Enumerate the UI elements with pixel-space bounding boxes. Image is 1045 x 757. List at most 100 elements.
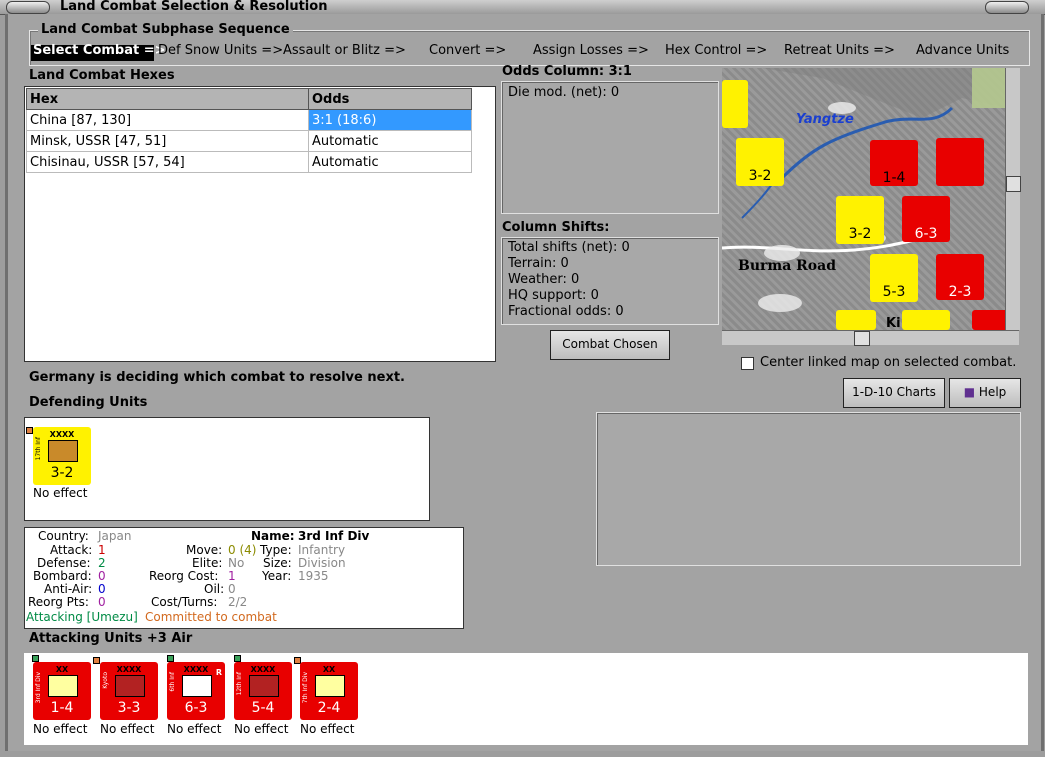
oil-label: Oil:	[204, 582, 225, 596]
hex-cell[interactable]: Chisinau, USSR [57, 54]	[26, 151, 309, 173]
window-title: Land Combat Selection & Resolution	[60, 0, 328, 14]
unit-status-marker	[167, 655, 174, 662]
year-label: Year:	[262, 569, 292, 583]
map-label-yangtze: Yangtze	[796, 112, 854, 127]
column-shifts-title: Column Shifts:	[502, 220, 610, 235]
anti-air-value: 0	[98, 582, 106, 596]
phase-hex-control: Hex Control =>	[665, 43, 768, 58]
map-counter[interactable]: 3-2	[836, 196, 884, 244]
attacking-unit-result: No effect	[234, 722, 289, 736]
attacking-unit-counter[interactable]: XXXX R 6th Inf 6-3	[167, 662, 225, 720]
defense-value: 2	[98, 556, 106, 570]
committed-status-text: Committed to combat	[145, 610, 277, 624]
center-linked-map-checkbox[interactable]	[741, 357, 754, 370]
attack-value: 1	[98, 543, 106, 557]
phase-retreat-units: Retreat Units =>	[784, 43, 895, 58]
table-row[interactable]: China [87, 130] 3:1 (18:6)	[26, 109, 472, 131]
map-counter[interactable]: 3-2	[736, 138, 784, 186]
defending-units-title: Defending Units	[29, 395, 148, 410]
move-label: Move:	[186, 543, 223, 557]
reorg-pts-label: Reorg Pts:	[28, 595, 89, 609]
window-menu-button[interactable]	[6, 1, 50, 14]
unit-status-marker	[26, 427, 33, 434]
unit-status-marker	[93, 657, 100, 664]
phase-select-combat: Select Combat =>	[33, 43, 166, 58]
hex-cell[interactable]: China [87, 130]	[26, 109, 309, 131]
table-row[interactable]: Chisinau, USSR [57, 54] Automatic	[26, 151, 472, 173]
road-burma	[722, 236, 923, 253]
total-shifts-text: Total shifts (net): 0	[508, 240, 630, 255]
map-counter[interactable]: 6-3	[902, 196, 950, 242]
attacking-unit-counter[interactable]: XX 3rd Inf Div 1-4	[33, 662, 91, 720]
bombard-value: 0	[98, 569, 106, 583]
fractional-odds-text: Fractional odds: 0	[508, 304, 624, 319]
hq-support-shift-text: HQ support: 0	[508, 288, 599, 303]
unit-status-marker	[234, 655, 241, 662]
attacking-unit-result: No effect	[300, 722, 355, 736]
attack-label: Attack:	[50, 543, 93, 557]
move-value: 0 (4)	[228, 543, 257, 557]
elite-label: Elite:	[192, 556, 223, 570]
infantry-symbol-icon	[315, 675, 345, 697]
die-mod-text: Die mod. (net): 0	[508, 85, 620, 100]
name-label: Name:	[251, 529, 295, 543]
mountain-infantry-symbol-icon	[115, 675, 145, 697]
attacking-unit-counter[interactable]: XXXX 12th Inf 5-4	[234, 662, 292, 720]
size-label: Size:	[263, 556, 292, 570]
odds-cell[interactable]: 3:1 (18:6)	[308, 109, 472, 131]
map-vertical-scrollbar[interactable]	[1005, 68, 1021, 330]
column-header-hex[interactable]: Hex	[26, 88, 309, 110]
odds-column-panel: Die mod. (net): 0	[501, 81, 719, 214]
cost-turns-value: 2/2	[228, 595, 248, 609]
linked-map[interactable]: Yangtze Burma Road Ki 3-2 1-4 3-2 6-3 5-…	[722, 68, 1008, 330]
combat-chosen-button[interactable]: Combat Chosen	[550, 330, 670, 360]
window-close-button[interactable]	[985, 1, 1029, 14]
map-horizontal-scroll-thumb[interactable]	[854, 331, 870, 346]
map-counter[interactable]: 2-3	[936, 254, 984, 300]
defending-unit-result: No effect	[33, 486, 88, 500]
phase-assign-losses: Assign Losses =>	[533, 43, 649, 58]
odds-cell[interactable]: Automatic	[308, 151, 472, 173]
defending-unit-counter[interactable]: XXXX 17th Inf 3-2	[33, 427, 91, 485]
map-counter[interactable]	[972, 310, 1008, 330]
map-counter[interactable]	[836, 310, 876, 330]
charts-button[interactable]: 1-D-10 Charts	[843, 378, 945, 408]
attacking-unit-counter[interactable]: XXXX Kyoto 3-3	[100, 662, 158, 720]
column-header-odds[interactable]: Odds	[308, 88, 472, 110]
map-vertical-scroll-thumb[interactable]	[1006, 176, 1021, 192]
attacking-units-title: Attacking Units +3 Air	[29, 631, 193, 646]
attacking-unit-counter[interactable]: XX 7th Inf Div 2-4	[300, 662, 358, 720]
map-label-burma-road: Burma Road	[738, 258, 836, 274]
defense-label: Defense:	[37, 556, 91, 570]
land-combat-hexes-table: Hex Odds China [87, 130] 3:1 (18:6) Mins…	[26, 88, 472, 173]
cost-turns-label: Cost/Turns:	[151, 595, 218, 609]
reorg-pts-value: 0	[98, 595, 106, 609]
elite-value: No	[228, 556, 245, 570]
country-value: Japan	[98, 529, 132, 543]
map-counter[interactable]	[902, 310, 950, 330]
infantry-symbol-icon	[182, 675, 212, 697]
odds-cell[interactable]: Automatic	[308, 130, 472, 152]
phase-convert: Convert =>	[429, 43, 507, 58]
map-label-ki: Ki	[886, 316, 901, 330]
weather-shift-text: Weather: 0	[508, 272, 580, 287]
name-value: 3rd Inf Div	[298, 529, 370, 543]
map-counter[interactable]: 5-3	[870, 254, 918, 302]
table-row[interactable]: Minsk, USSR [47, 51] Automatic	[26, 130, 472, 152]
size-value: Division	[298, 556, 346, 570]
attacking-commander-text: Attacking [Umezu]	[26, 610, 138, 624]
help-book-icon: ■	[963, 385, 976, 399]
phase-def-snow-units: Def Snow Units =>	[158, 43, 284, 58]
map-counter[interactable]: 1-4	[870, 140, 918, 186]
window-title-bar[interactable]: Land Combat Selection & Resolution	[0, 0, 1045, 15]
center-linked-map-label: Center linked map on selected combat.	[760, 355, 1017, 370]
reorg-cost-label: Reorg Cost:	[149, 569, 219, 583]
help-button[interactable]: ■ Help	[949, 378, 1021, 408]
hex-cell[interactable]: Minsk, USSR [47, 51]	[26, 130, 309, 152]
attacking-unit-result: No effect	[100, 722, 155, 736]
map-horizontal-scrollbar[interactable]	[722, 330, 1019, 346]
phase-assault-or-blitz: Assault or Blitz =>	[283, 43, 406, 58]
map-counter[interactable]	[936, 138, 984, 186]
map-counter[interactable]	[722, 80, 748, 128]
type-value: Infantry	[298, 543, 346, 557]
